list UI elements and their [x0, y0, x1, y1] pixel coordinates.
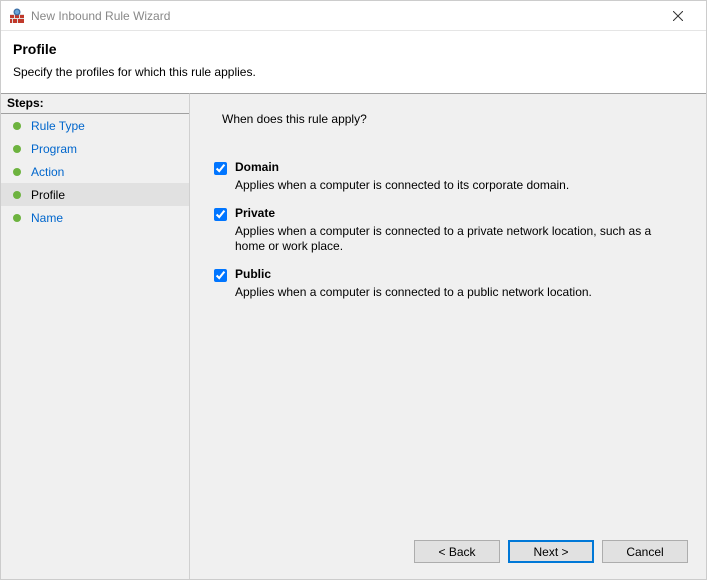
private-checkbox[interactable]	[214, 208, 227, 221]
step-label: Program	[31, 142, 77, 156]
checkbox-row-private: Private	[214, 206, 682, 221]
domain-description: Applies when a computer is connected to …	[235, 178, 665, 194]
next-button[interactable]: Next >	[508, 540, 594, 563]
firewall-icon	[9, 8, 25, 24]
domain-checkbox[interactable]	[214, 162, 227, 175]
step-bullet-icon	[13, 145, 21, 153]
step-bullet-icon	[13, 122, 21, 130]
content-panel: When does this rule apply? Domain Applie…	[189, 93, 706, 579]
step-action[interactable]: Action	[1, 160, 189, 183]
public-description: Applies when a computer is connected to …	[235, 285, 665, 301]
step-rule-type[interactable]: Rule Type	[1, 114, 189, 137]
button-row: < Back Next > Cancel	[414, 540, 688, 563]
step-label: Name	[31, 211, 63, 225]
step-name[interactable]: Name	[1, 206, 189, 229]
step-label: Profile	[31, 188, 65, 202]
close-icon	[673, 11, 683, 21]
page-subtitle: Specify the profiles for which this rule…	[13, 65, 694, 79]
checkbox-row-public: Public	[214, 267, 682, 282]
titlebar: New Inbound Rule Wizard	[1, 1, 706, 31]
back-button[interactable]: < Back	[414, 540, 500, 563]
wizard-header: Profile Specify the profiles for which t…	[1, 31, 706, 93]
step-program[interactable]: Program	[1, 137, 189, 160]
window-title: New Inbound Rule Wizard	[31, 9, 658, 23]
private-description: Applies when a computer is connected to …	[235, 224, 665, 255]
public-checkbox[interactable]	[214, 269, 227, 282]
step-bullet-icon	[13, 214, 21, 222]
step-bullet-icon	[13, 168, 21, 176]
page-title: Profile	[13, 41, 694, 57]
close-button[interactable]	[658, 2, 698, 30]
public-label: Public	[235, 267, 271, 281]
cancel-button[interactable]: Cancel	[602, 540, 688, 563]
main-area: Steps: Rule Type Program Action Profile …	[1, 93, 706, 579]
content-question: When does this rule apply?	[222, 112, 682, 126]
step-label: Rule Type	[31, 119, 85, 133]
checkbox-row-domain: Domain	[214, 160, 682, 175]
step-bullet-icon	[13, 191, 21, 199]
step-profile[interactable]: Profile	[1, 183, 189, 206]
steps-header: Steps:	[1, 94, 189, 114]
private-label: Private	[235, 206, 275, 220]
steps-sidebar: Steps: Rule Type Program Action Profile …	[1, 93, 189, 579]
step-label: Action	[31, 165, 64, 179]
domain-label: Domain	[235, 160, 279, 174]
